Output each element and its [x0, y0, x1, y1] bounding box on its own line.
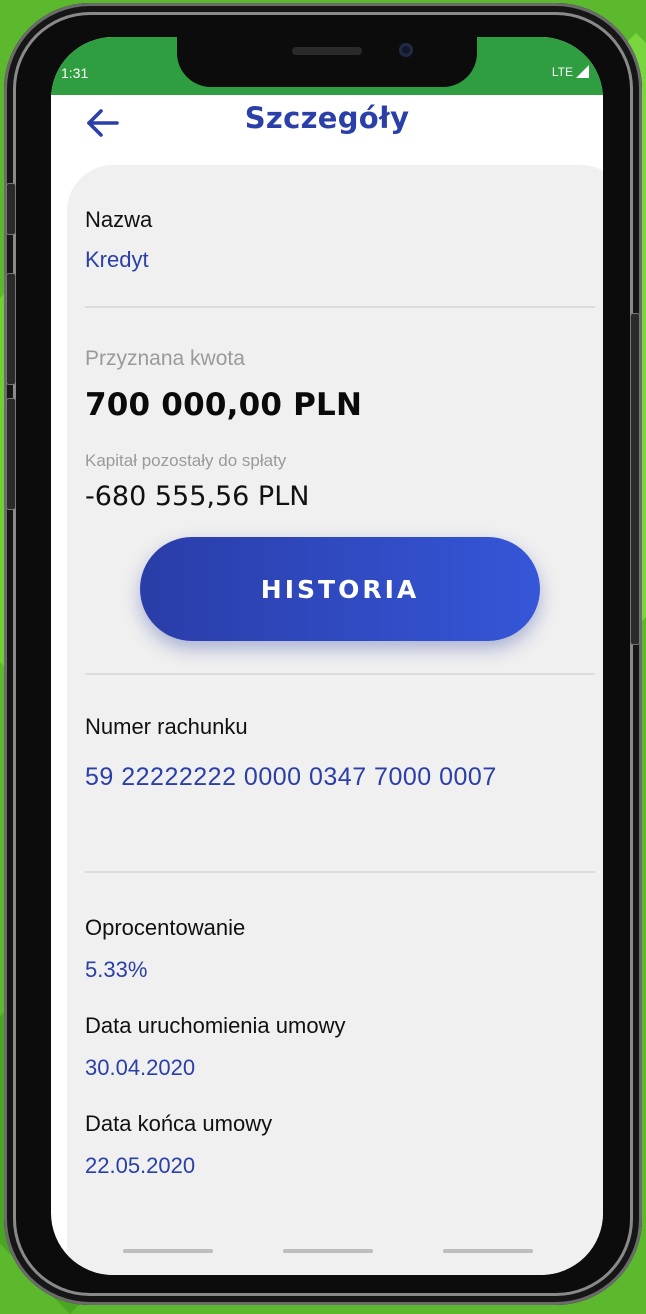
app-header: Szczegóły — [51, 95, 603, 163]
phone-frame: 1:31 LTE Szczegóły Nazwa Kredyt Przyznan… — [4, 3, 642, 1305]
end-date-value: 22.05.2020 — [85, 1153, 196, 1178]
phone-volume-up-button — [6, 273, 16, 385]
network-type-label: LTE — [551, 65, 573, 79]
signal-icon — [576, 65, 589, 78]
page-title: Szczegóły — [244, 101, 410, 135]
remaining-capital-value: -680 555,56 PLN — [85, 481, 310, 512]
camera-notch — [177, 37, 477, 87]
granted-amount-value: 700 000,00 PLN — [85, 387, 363, 423]
divider — [85, 673, 595, 675]
history-button[interactable]: HISTORIA — [140, 537, 540, 641]
phone-volume-down-button — [6, 398, 16, 510]
phone-power-button — [630, 313, 640, 645]
name-label: Nazwa — [85, 207, 153, 232]
nav-home-bar[interactable] — [283, 1249, 373, 1253]
account-number-label: Numer rachunku — [85, 714, 248, 739]
status-bar: 1:31 LTE — [51, 37, 603, 95]
phone-side-button — [6, 183, 16, 235]
phone-screen: 1:31 LTE Szczegóły Nazwa Kredyt Przyznan… — [51, 37, 603, 1275]
navigation-bar — [51, 1249, 603, 1253]
status-network: LTE — [552, 65, 589, 79]
divider — [85, 306, 595, 308]
status-time: 1:31 — [61, 65, 89, 81]
interest-label: Oprocentowanie — [85, 915, 246, 940]
nav-recent-bar[interactable] — [443, 1249, 533, 1253]
name-value: Kredyt — [85, 247, 149, 272]
remaining-capital-label: Kapitał pozostały do spłaty — [85, 451, 287, 470]
account-number-value: 59 22222222 0000 0347 7000 0007 — [85, 763, 497, 791]
interest-value: 5.33% — [85, 957, 148, 982]
details-card: Nazwa Kredyt Przyznana kwota 700 000,00 … — [67, 165, 603, 1275]
front-camera-icon — [399, 43, 413, 57]
start-date-label: Data uruchomienia umowy — [85, 1013, 346, 1038]
nav-back-bar[interactable] — [123, 1249, 213, 1253]
granted-amount-label: Przyznana kwota — [85, 347, 245, 370]
divider — [85, 871, 595, 873]
start-date-value: 30.04.2020 — [85, 1055, 196, 1080]
end-date-label: Data końca umowy — [85, 1111, 273, 1136]
speaker-grille — [292, 47, 362, 55]
